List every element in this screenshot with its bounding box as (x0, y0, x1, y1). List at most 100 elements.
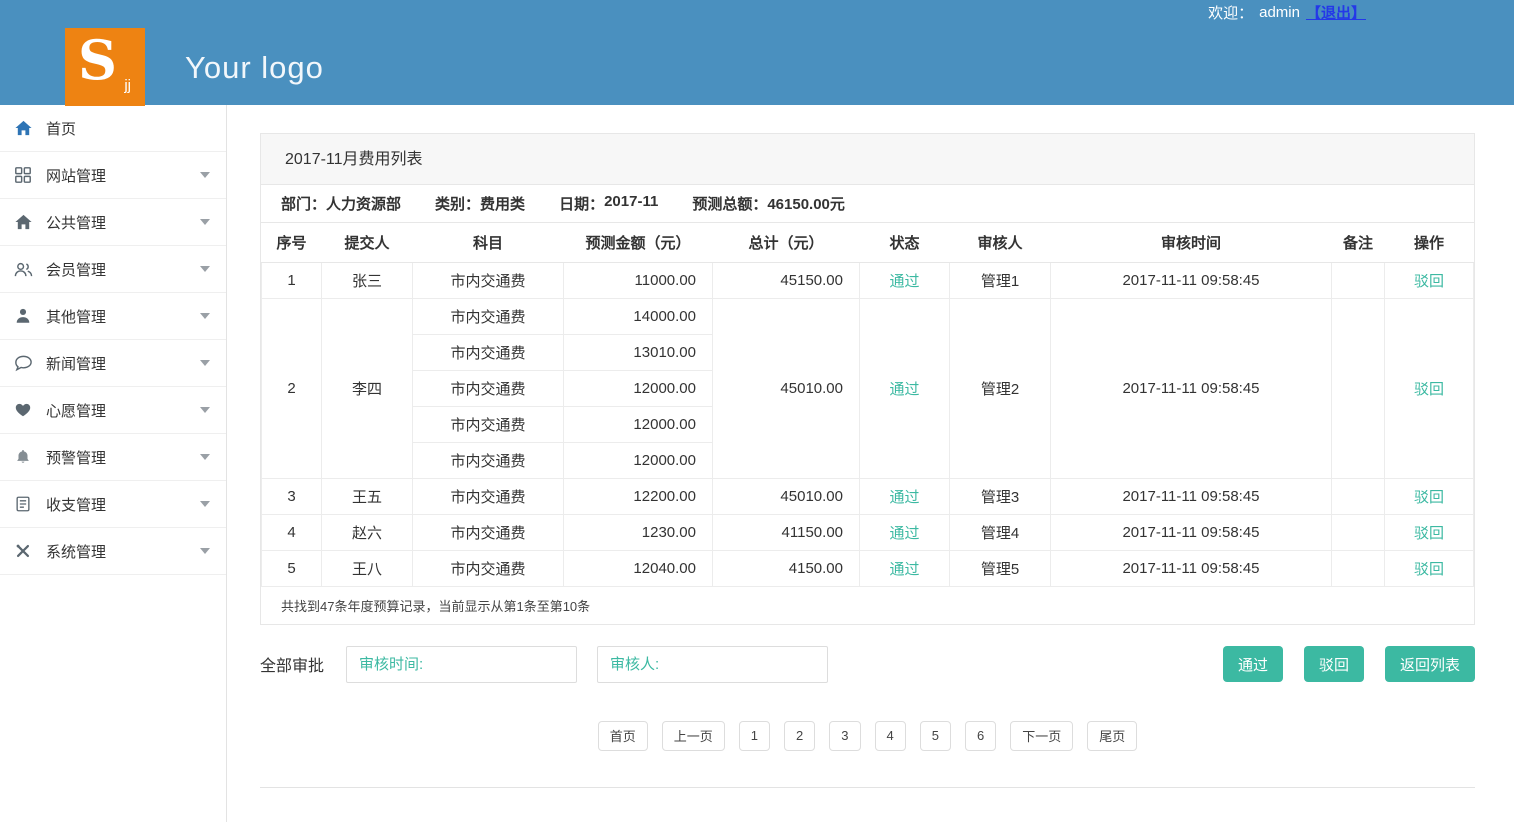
cell-status: 通过 (860, 262, 950, 298)
page-next[interactable]: 下一页 (1010, 721, 1073, 751)
reject-button[interactable]: 驳回 (1304, 646, 1364, 682)
sidebar-item-finance-manage[interactable]: 收支管理 (0, 481, 226, 528)
logo-sub-letters: jj (124, 77, 131, 94)
column-header: 审核时间 (1051, 223, 1332, 262)
cell-subject: 市内交通费 (413, 442, 564, 478)
sidebar-item-member-manage[interactable]: 会员管理 (0, 246, 226, 293)
cell-audit-time: 2017-11-11 09:58:45 (1051, 262, 1332, 298)
cell-subject: 市内交通费 (413, 334, 564, 370)
page-page-1[interactable]: 1 (739, 721, 770, 751)
logo-letter: S (78, 28, 117, 92)
cell-index: 2 (262, 298, 322, 478)
cell-action: 驳回 (1385, 262, 1474, 298)
top-header: 欢迎： admin 【退出】 S jj Your logo (0, 0, 1514, 105)
cell-submitter: 王八 (322, 550, 413, 586)
column-header: 科目 (413, 223, 564, 262)
sidebar-item-site-manage[interactable]: 网站管理 (0, 152, 226, 199)
sidebar-item-label: 网站管理 (46, 165, 200, 186)
auditor-input[interactable] (597, 646, 828, 683)
page-last[interactable]: 尾页 (1087, 721, 1137, 751)
page-layout: 首页网站管理公共管理会员管理其他管理新闻管理心愿管理预警管理收支管理系统管理 2… (0, 105, 1514, 822)
page-first[interactable]: 首页 (598, 721, 648, 751)
table-row: 3王五市内交通费12200.0045010.00通过管理32017-11-11 … (262, 478, 1474, 514)
reject-link[interactable]: 驳回 (1414, 525, 1444, 542)
sidebar-item-home[interactable]: 首页 (0, 105, 226, 152)
cell-subject: 市内交通费 (413, 550, 564, 586)
sidebar-item-label: 其他管理 (46, 306, 200, 327)
date-value: 2017-11 (604, 193, 658, 214)
sidebar-item-other-manage[interactable]: 其他管理 (0, 293, 226, 340)
column-header: 审核人 (950, 223, 1051, 262)
total-value: 46150.00元 (767, 193, 845, 214)
table-row: 2李四市内交通费14000.0045010.00通过管理22017-11-11 … (262, 298, 1474, 334)
record-count-note: 共找到47条年度预算记录，当前显示从第1条至第10条 (261, 587, 1474, 624)
total-label: 预测总额： (692, 193, 767, 214)
sidebar: 首页网站管理公共管理会员管理其他管理新闻管理心愿管理预警管理收支管理系统管理 (0, 105, 227, 822)
back-to-list-button[interactable]: 返回列表 (1385, 646, 1475, 682)
date-label: 日期： (559, 193, 604, 214)
category-value: 费用类 (480, 193, 525, 214)
logo: S jj (65, 28, 145, 106)
chevron-down-icon (200, 219, 210, 225)
sidebar-item-label: 系统管理 (46, 541, 200, 562)
reject-link[interactable]: 驳回 (1414, 489, 1444, 506)
page-page-2[interactable]: 2 (784, 721, 815, 751)
column-header: 备注 (1332, 223, 1385, 262)
sidebar-item-label: 预警管理 (46, 447, 200, 468)
status-link[interactable]: 通过 (889, 273, 919, 290)
logout-link[interactable]: 【退出】 (1306, 2, 1366, 23)
reject-link[interactable]: 驳回 (1414, 561, 1444, 578)
cell-submitter: 赵六 (322, 514, 413, 550)
username: admin (1259, 4, 1300, 21)
cell-forecast-amount: 11000.00 (564, 262, 713, 298)
page-page-4[interactable]: 4 (875, 721, 906, 751)
bell-icon (14, 448, 46, 466)
batch-approval-label: 全部审批 (260, 652, 324, 676)
sidebar-item-news-manage[interactable]: 新闻管理 (0, 340, 226, 387)
cell-auditor: 管理2 (950, 298, 1051, 478)
cell-status: 通过 (860, 478, 950, 514)
cell-forecast-amount: 12040.00 (564, 550, 713, 586)
status-link[interactable]: 通过 (889, 561, 919, 578)
chat-icon (14, 354, 46, 373)
cell-index: 1 (262, 262, 322, 298)
cell-note (1332, 550, 1385, 586)
status-link[interactable]: 通过 (889, 489, 919, 506)
filter-summary: 部门：人力资源部 类别：费用类 日期：2017-11 预测总额：46150.00… (261, 185, 1474, 223)
cell-audit-time: 2017-11-11 09:58:45 (1051, 550, 1332, 586)
footer-divider (260, 787, 1475, 799)
status-link[interactable]: 通过 (889, 381, 919, 398)
status-link[interactable]: 通过 (889, 525, 919, 542)
reject-link[interactable]: 驳回 (1414, 273, 1444, 290)
cell-note (1332, 514, 1385, 550)
reject-link[interactable]: 驳回 (1414, 381, 1444, 398)
audit-time-input[interactable] (346, 646, 577, 683)
cell-forecast-amount: 12000.00 (564, 406, 713, 442)
cell-action: 驳回 (1385, 478, 1474, 514)
approval-buttons: 通过 驳回 返回列表 (1223, 646, 1475, 682)
tools-icon (14, 542, 46, 560)
approve-button[interactable]: 通过 (1223, 646, 1283, 682)
page-page-3[interactable]: 3 (829, 721, 860, 751)
cell-audit-time: 2017-11-11 09:58:45 (1051, 478, 1332, 514)
page-page-6[interactable]: 6 (965, 721, 996, 751)
cell-total: 45150.00 (713, 262, 860, 298)
sidebar-item-system-manage[interactable]: 系统管理 (0, 528, 226, 575)
cell-total: 4150.00 (713, 550, 860, 586)
sidebar-item-label: 会员管理 (46, 259, 200, 280)
cell-status: 通过 (860, 298, 950, 478)
cell-note (1332, 262, 1385, 298)
table-header-row: 序号提交人科目预测金额（元）总计（元）状态审核人审核时间备注操作 (262, 223, 1474, 262)
sidebar-item-wish-manage[interactable]: 心愿管理 (0, 387, 226, 434)
cell-subject: 市内交通费 (413, 406, 564, 442)
page-prev[interactable]: 上一页 (662, 721, 725, 751)
cell-subject: 市内交通费 (413, 262, 564, 298)
sidebar-item-public-manage[interactable]: 公共管理 (0, 199, 226, 246)
cell-forecast-amount: 13010.00 (564, 334, 713, 370)
sidebar-item-warning-manage[interactable]: 预警管理 (0, 434, 226, 481)
chevron-down-icon (200, 407, 210, 413)
sidebar-item-label: 新闻管理 (46, 353, 200, 374)
page-page-5[interactable]: 5 (920, 721, 951, 751)
cell-note (1332, 478, 1385, 514)
dept-value: 人力资源部 (326, 193, 401, 214)
